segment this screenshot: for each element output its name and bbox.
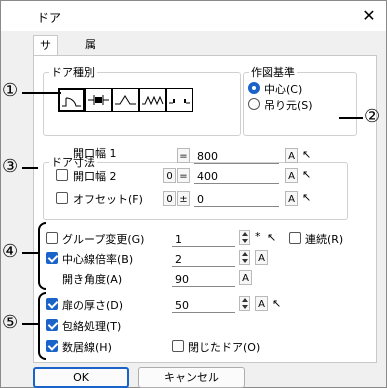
callout-4-line bbox=[22, 252, 38, 254]
opening1-input[interactable] bbox=[194, 149, 279, 164]
door-type-opening-button[interactable] bbox=[166, 88, 193, 112]
offset-a-icon[interactable]: A bbox=[285, 191, 298, 206]
offset-label: オフセット(F) bbox=[73, 193, 143, 206]
callout-1-line bbox=[22, 92, 61, 94]
door-opening-icon bbox=[169, 99, 190, 104]
group-change-label: グループ変更(G) bbox=[62, 233, 145, 246]
callout-3: ③ bbox=[2, 156, 19, 177]
center-scale-a-icon[interactable]: A bbox=[255, 250, 268, 265]
opening2-input[interactable] bbox=[194, 169, 279, 184]
callout-1: ① bbox=[2, 80, 19, 101]
close-icon[interactable]: ✕ bbox=[359, 6, 379, 26]
center-scale-checkbox[interactable] bbox=[46, 252, 58, 264]
thickness-checkbox[interactable] bbox=[46, 298, 58, 310]
opening2-checkbox[interactable] bbox=[56, 169, 68, 181]
base-hinge-radio[interactable] bbox=[248, 98, 260, 110]
offset-op: ± bbox=[177, 191, 190, 206]
door-hinged-icon bbox=[62, 97, 81, 107]
title-bar: ドア ✕ bbox=[1, 1, 386, 31]
tab-size[interactable]: サイズ bbox=[33, 35, 58, 92]
thickness-label: 扉の厚さ(D) bbox=[62, 299, 124, 312]
open-angle-input[interactable] bbox=[172, 272, 235, 287]
count-label: 数居線(H) bbox=[62, 341, 112, 354]
closed-door-label: 閉じたドア(O) bbox=[188, 341, 261, 354]
callout-5: ⑤ bbox=[2, 312, 19, 333]
door-double-folding-icon bbox=[142, 95, 164, 106]
offset-input[interactable] bbox=[194, 192, 279, 207]
callout-4-brace bbox=[38, 222, 46, 290]
door-type-legend: ドア種別 bbox=[51, 66, 95, 79]
group-change-input[interactable] bbox=[172, 232, 235, 247]
wrap-label: 包絡処理(T) bbox=[62, 320, 122, 333]
group-change-spinner[interactable] bbox=[239, 230, 250, 245]
center-scale-input[interactable] bbox=[172, 252, 235, 267]
opening1-cursor-icon[interactable]: ↖ bbox=[302, 148, 311, 161]
opening2-prefix[interactable]: 0 bbox=[163, 168, 176, 183]
callout-5-line bbox=[22, 323, 38, 325]
door-sliding-icon bbox=[88, 95, 109, 105]
continuous-checkbox[interactable] bbox=[289, 232, 301, 244]
offset-checkbox[interactable] bbox=[56, 192, 68, 204]
group-change-checkbox[interactable] bbox=[46, 232, 58, 244]
callout-4: ④ bbox=[2, 241, 19, 262]
closed-door-checkbox[interactable] bbox=[172, 340, 184, 352]
ok-button[interactable]: OK bbox=[33, 367, 129, 388]
tab-panel-size: ドア種別 作図基準 中心(C) 吊り元(S) ドア寸法 開口幅 1 = 800 … bbox=[33, 55, 377, 363]
door-type-hinged-button[interactable] bbox=[58, 88, 85, 112]
opening2-op: = bbox=[177, 168, 190, 183]
open-angle-label: 開き角度(A) bbox=[62, 273, 123, 286]
thickness-cursor-icon[interactable]: ↖ bbox=[272, 297, 281, 310]
base-center-label: 中心(C) bbox=[264, 83, 303, 96]
open-angle-a-icon[interactable]: A bbox=[239, 270, 252, 285]
door-folding-icon bbox=[115, 95, 136, 105]
dialog-title: ドア bbox=[37, 11, 62, 25]
opening2-label: 開口幅 2 bbox=[73, 170, 117, 183]
base-legend: 作図基準 bbox=[251, 66, 295, 79]
center-scale-label: 中心線倍率(B) bbox=[62, 253, 134, 266]
group-change-star[interactable]: * bbox=[255, 230, 261, 243]
base-center-radio[interactable] bbox=[248, 82, 260, 94]
tab-attributes[interactable]: 属性 bbox=[79, 35, 102, 71]
count-checkbox[interactable] bbox=[46, 340, 58, 352]
offset-prefix[interactable]: 0 bbox=[163, 191, 176, 206]
callout-2: ② bbox=[364, 106, 381, 127]
callout-5-brace bbox=[38, 292, 46, 360]
door-type-double-folding-button[interactable] bbox=[139, 88, 166, 112]
wrap-checkbox[interactable] bbox=[46, 319, 58, 331]
callout-3-line bbox=[22, 167, 38, 169]
callout-2-line bbox=[339, 117, 363, 119]
continuous-label: 連続(R) bbox=[305, 233, 344, 246]
center-scale-spinner[interactable] bbox=[239, 250, 250, 265]
cancel-button[interactable]: キャンセル bbox=[138, 367, 245, 388]
door-type-sliding-button[interactable] bbox=[85, 88, 112, 112]
opening2-cursor-icon[interactable]: ↖ bbox=[302, 168, 311, 181]
opening1-op: = bbox=[177, 148, 190, 163]
thickness-spinner[interactable] bbox=[239, 296, 250, 311]
opening1-a-icon[interactable]: A bbox=[285, 148, 298, 163]
opening1-label: 開口幅 1 bbox=[73, 147, 117, 160]
group-change-cursor-icon[interactable]: ↖ bbox=[267, 231, 276, 244]
opening2-a-icon[interactable]: A bbox=[285, 168, 298, 183]
thickness-input[interactable] bbox=[172, 298, 235, 313]
thickness-a-icon[interactable]: A bbox=[255, 296, 268, 311]
base-hinge-label: 吊り元(S) bbox=[264, 99, 313, 112]
door-type-buttons bbox=[58, 88, 193, 112]
offset-cursor-icon[interactable]: ↖ bbox=[302, 191, 311, 204]
door-dialog: ドア ✕ サイズ 属性 ドア種別 bbox=[0, 0, 387, 388]
door-type-folding-button[interactable] bbox=[112, 88, 139, 112]
